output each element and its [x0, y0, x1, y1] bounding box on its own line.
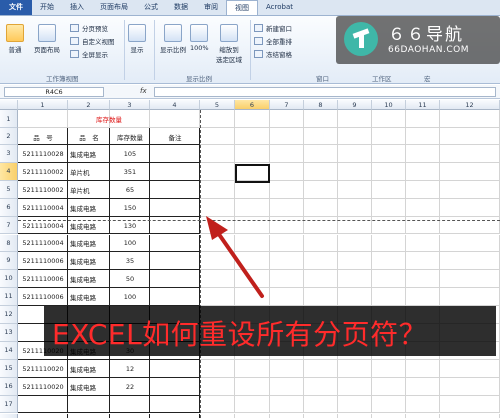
custom-views-button[interactable]: 自定义视图 — [70, 35, 115, 46]
tab-view[interactable]: 视图 — [226, 0, 258, 15]
normal-view-button[interactable]: 普通 — [6, 24, 24, 54]
custom-views-label: 自定义视图 — [82, 37, 115, 46]
tab-data[interactable]: 数据 — [166, 0, 196, 15]
group-window-label: 窗口 — [316, 75, 329, 83]
caption-banner: EXCEL如何重设所有分页符？ — [44, 306, 496, 356]
page-break-preview-button[interactable]: 分页预览 — [70, 22, 108, 33]
zoom-selection-label-1: 缩放到 — [219, 46, 239, 54]
page-layout-view-button[interactable]: 页面布局 — [34, 24, 60, 54]
group-workbook-views-label: 工作簿视图 — [46, 75, 79, 83]
tab-formulas[interactable]: 公式 — [136, 0, 166, 15]
normal-view-label: 普通 — [8, 46, 22, 54]
zoom-100-button[interactable]: 100% — [190, 24, 209, 52]
group-zoom-label: 显示比例 — [186, 75, 212, 83]
page-layout-icon — [38, 24, 56, 42]
spreadsheet-grid[interactable]: 1 2 3 4 5 6 7 8 9 10 11 12 1 2 3 4 5 6 7 8 9 10 11 12 13 14 15 16 17… — [0, 100, 500, 418]
full-screen-button[interactable]: 全屏显示 — [70, 48, 108, 59]
name-box[interactable]: R4C6 — [4, 87, 104, 97]
zoom-to-selection-button[interactable]: 缩放到 选定区域 — [216, 24, 242, 64]
custom-views-icon — [70, 36, 79, 45]
watermark-logo: ６６导航 66DAOHAN.COM — [336, 16, 500, 64]
zoom-100-label: 100% — [190, 44, 209, 52]
freeze-panes-label: 冻结窗格 — [266, 50, 292, 59]
tab-file[interactable]: 文件 — [0, 0, 32, 15]
zoom-selection-label-2: 选定区域 — [216, 56, 242, 64]
show-button[interactable]: 显示 — [128, 24, 146, 54]
signpost-icon — [344, 22, 378, 56]
arrange-all-button[interactable]: 全部重排 — [254, 35, 292, 46]
full-screen-label: 全屏显示 — [82, 50, 108, 59]
page-layout-label: 页面布局 — [34, 46, 60, 54]
zoom-label: 显示比例 — [160, 46, 186, 54]
new-window-button[interactable]: 新建窗口 — [254, 22, 292, 33]
ribbon-separator — [124, 20, 125, 80]
magnifier-icon — [164, 24, 182, 42]
logo-subtitle: 66DAOHAN.COM — [388, 45, 469, 55]
show-icon — [128, 24, 146, 42]
new-window-icon — [254, 23, 263, 32]
macros-label: 宏 — [424, 75, 431, 83]
freeze-panes-button[interactable]: 冻结窗格 — [254, 48, 292, 59]
fx-icon[interactable]: fx — [140, 87, 147, 95]
new-window-label: 新建窗口 — [266, 24, 292, 33]
formula-input[interactable] — [154, 87, 496, 97]
logo-title: ６６导航 — [388, 25, 464, 45]
tab-acrobat[interactable]: Acrobat — [258, 0, 301, 15]
arrange-all-label: 全部重排 — [266, 37, 292, 46]
save-workspace-label: 工作区 — [372, 75, 392, 83]
arrange-all-icon — [254, 36, 263, 45]
zoom-selection-icon — [220, 24, 238, 42]
page-break-preview-icon — [70, 23, 79, 32]
formula-bar: R4C6 fx — [0, 85, 500, 99]
zoom-100-icon — [190, 24, 209, 42]
show-label: 显示 — [130, 46, 144, 54]
ribbon-separator — [250, 20, 251, 80]
tab-home[interactable]: 开始 — [32, 0, 62, 15]
tab-review[interactable]: 审阅 — [196, 0, 226, 15]
page-break-preview-label: 分页预览 — [82, 24, 108, 33]
full-screen-icon — [70, 49, 79, 58]
caption-text: EXCEL如何重设所有分页符？ — [52, 318, 428, 351]
tab-page-layout[interactable]: 页面布局 — [92, 0, 136, 15]
tab-insert[interactable]: 插入 — [62, 0, 92, 15]
normal-view-icon — [6, 24, 24, 42]
zoom-button[interactable]: 显示比例 — [160, 24, 186, 54]
ribbon-separator — [154, 20, 155, 80]
ribbon-tabs: 文件 开始 插入 页面布局 公式 数据 审阅 视图 Acrobat — [0, 0, 500, 16]
red-arrow-annotation — [206, 216, 264, 298]
freeze-panes-icon — [254, 49, 263, 58]
